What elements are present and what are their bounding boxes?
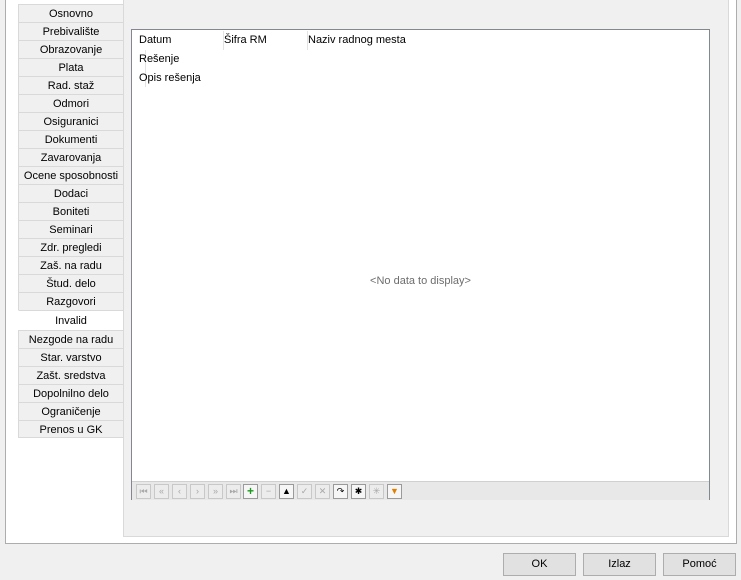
- column-header-opis-resenja[interactable]: Opis rešenja: [139, 69, 201, 88]
- append-icon[interactable]: +: [243, 484, 258, 499]
- edit-icon[interactable]: ▲: [279, 484, 294, 499]
- tab-boniteti[interactable]: Boniteti: [18, 202, 124, 220]
- tab-zas-na-radu[interactable]: Zaš. na radu: [18, 256, 124, 274]
- column-header-naziv-radnog-mesta[interactable]: Naziv radnog mesta: [307, 31, 428, 50]
- prev-page-icon[interactable]: «: [154, 484, 169, 499]
- tab-prenos-u-gk[interactable]: Prenos u GK: [18, 420, 124, 438]
- tab-osiguranici[interactable]: Osiguranici: [18, 112, 124, 130]
- tab-content-panel: Datum Šifra RM Naziv radnog mesta Rešenj…: [123, 0, 729, 537]
- first-icon[interactable]: ⏮: [136, 484, 151, 499]
- tab-zast-sredstva[interactable]: Zašt. sredstva: [18, 366, 124, 384]
- tab-star-varstvo[interactable]: Star. varstvo: [18, 348, 124, 366]
- tab-ocene-sposobnosti[interactable]: Ocene sposobnosti: [18, 166, 124, 184]
- ok-button[interactable]: OK: [503, 553, 576, 576]
- tab-stud-delo[interactable]: Štud. delo: [18, 274, 124, 292]
- tab-zdr-pregledi[interactable]: Zdr. pregledi: [18, 238, 124, 256]
- save-bookmark-icon[interactable]: ✱: [351, 484, 366, 499]
- column-header-sifra-rm[interactable]: Šifra RM: [223, 31, 306, 50]
- next-icon[interactable]: ›: [190, 484, 205, 499]
- tab-prebivaliste[interactable]: Prebivalište: [18, 22, 124, 40]
- tab-osnovno[interactable]: Osnovno: [18, 4, 124, 22]
- cancel-icon[interactable]: ✕: [315, 484, 330, 499]
- prev-icon[interactable]: ‹: [172, 484, 187, 499]
- tab-dopolnilno-delo[interactable]: Dopolnilno delo: [18, 384, 124, 402]
- tab-nezgode-na-radu[interactable]: Nezgode na radu: [18, 330, 124, 348]
- goto-bookmark-icon[interactable]: ✳: [369, 484, 384, 499]
- tab-content-inner: Datum Šifra RM Naziv radnog mesta Rešenj…: [124, 0, 727, 536]
- delete-icon[interactable]: −: [261, 484, 276, 499]
- tab-dodaci[interactable]: Dodaci: [18, 184, 124, 202]
- tab-obrazovanje[interactable]: Obrazovanje: [18, 40, 124, 58]
- tab-invalid[interactable]: Invalid: [18, 310, 124, 330]
- tab-rad-staz[interactable]: Rad. staž: [18, 76, 124, 94]
- data-grid[interactable]: Datum Šifra RM Naziv radnog mesta Rešenj…: [131, 29, 710, 500]
- tab-razgovori[interactable]: Razgovori: [18, 292, 124, 310]
- izlaz-button[interactable]: Izlaz: [583, 553, 656, 576]
- post-icon[interactable]: ✓: [297, 484, 312, 499]
- tab-strip: Osnovno Prebivalište Obrazovanje Plata Rad. …: [18, 4, 124, 438]
- tab-zavarovanja[interactable]: Zavarovanja: [18, 148, 124, 166]
- tab-dokumenti[interactable]: Dokumenti: [18, 130, 124, 148]
- column-header-resenje[interactable]: Rešenje: [139, 50, 179, 69]
- grid-navigator: ⏮ «‹ ›» ⏭ + − ▲ ✓ ✕ ↷ ✱ ✳ ▼: [132, 481, 709, 500]
- pomoc-button[interactable]: Pomoć: [663, 553, 736, 576]
- tab-ogranicenje[interactable]: Ograničenje: [18, 402, 124, 420]
- next-page-icon[interactable]: »: [208, 484, 223, 499]
- tab-seminari[interactable]: Seminari: [18, 220, 124, 238]
- tab-odmori[interactable]: Odmori: [18, 94, 124, 112]
- tab-plata[interactable]: Plata: [18, 58, 124, 76]
- filter-icon[interactable]: ▼: [387, 484, 402, 499]
- empty-grid-message: <No data to display>: [370, 275, 471, 287]
- last-icon[interactable]: ⏭: [226, 484, 241, 499]
- refresh-icon[interactable]: ↷: [333, 484, 348, 499]
- column-header-datum[interactable]: Datum: [139, 31, 221, 50]
